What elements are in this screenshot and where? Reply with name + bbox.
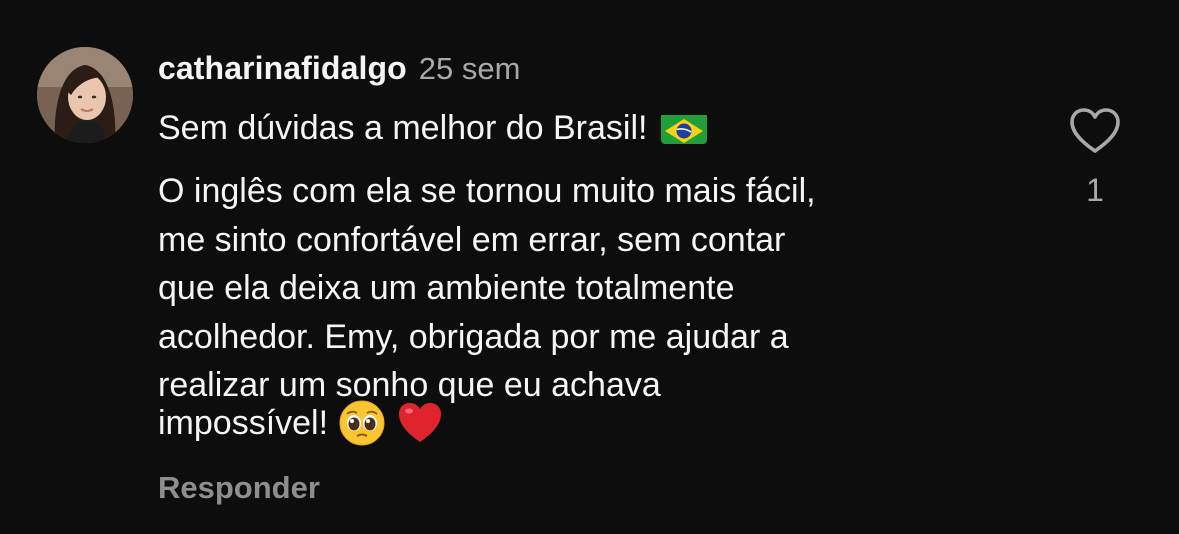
comment-header: catharinafidalgo 25 sem (158, 50, 520, 90)
comment-last-line: impossível! (158, 398, 444, 448)
like-button[interactable] (1068, 106, 1122, 156)
heart-outline-icon (1070, 108, 1120, 153)
avatar-photo (37, 47, 133, 143)
username[interactable]: catharinafidalgo (158, 50, 407, 87)
red-heart-icon (396, 399, 444, 447)
comment-first-line: Sem dúvidas a melhor do Brasil! (158, 104, 708, 152)
like-count[interactable]: 1 (1070, 172, 1120, 209)
comment-headline: Sem dúvidas a melhor do Brasil! (158, 109, 648, 147)
avatar[interactable] (37, 47, 133, 143)
reply-button[interactable]: Responder (158, 470, 320, 506)
timestamp: 25 sem (418, 51, 521, 86)
comment: catharinafidalgo 25 sem Sem dúvidas a me… (0, 0, 1179, 534)
comment-body: O inglês com ela se tornou muito mais fá… (158, 172, 816, 404)
pleading-face-icon (338, 399, 386, 447)
brazil-flag-icon (661, 112, 708, 144)
comment-last-words: impossível! (158, 404, 329, 442)
